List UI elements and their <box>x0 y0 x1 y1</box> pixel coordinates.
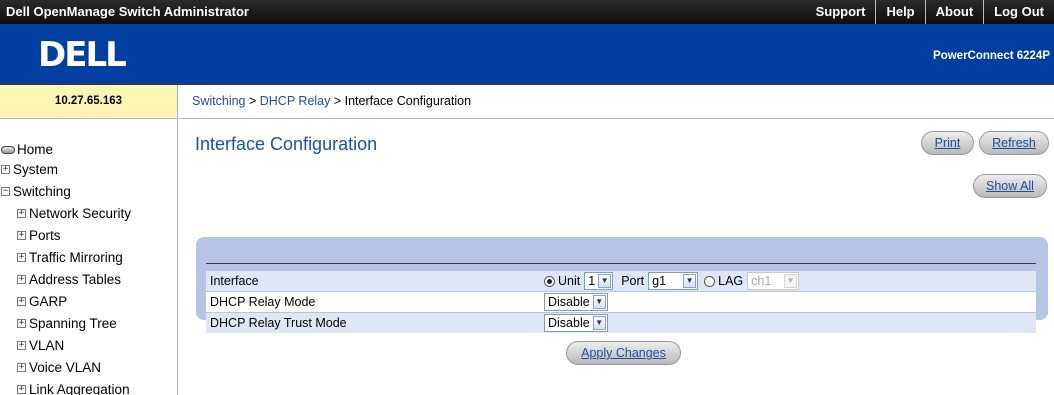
left-nav: Home + System − Switching + Network Secu… <box>0 119 178 395</box>
support-link[interactable]: Support <box>806 0 876 24</box>
expand-icon[interactable]: + <box>17 231 26 240</box>
apply-changes-button[interactable]: Apply Changes <box>566 341 681 365</box>
nav-garp[interactable]: + GARP <box>17 294 67 309</box>
relay-mode-select[interactable]: Disable ▼ <box>544 293 608 311</box>
expand-icon[interactable]: + <box>1 165 10 174</box>
trust-mode-controls: Disable ▼ <box>544 314 608 332</box>
interface-label: Interface <box>210 274 259 288</box>
port-select[interactable]: g1 ▼ <box>648 272 699 290</box>
expand-icon[interactable]: + <box>17 385 26 394</box>
expand-icon[interactable]: + <box>17 209 26 218</box>
nav-switching-label: Switching <box>13 184 71 199</box>
nav-system-label: System <box>13 162 59 177</box>
interface-controls: Unit 1 ▼ Port g1 ▼ LAG ch1 ▼ <box>544 272 800 290</box>
dropdown-arrow-icon: ▼ <box>598 274 612 288</box>
expand-icon[interactable]: + <box>17 363 26 372</box>
unit-label: Unit <box>558 274 581 288</box>
nav-item-label: Ports <box>29 228 61 243</box>
breadcrumb-current: Interface Configuration <box>344 94 472 108</box>
dell-logo: DELL <box>38 35 128 74</box>
interface-row: Interface Unit 1 ▼ Port g1 ▼ LAG ch1 ▼ <box>206 271 1036 291</box>
trust-mode-label: DHCP Relay Trust Mode <box>210 316 347 330</box>
nav-item-label: Voice VLAN <box>29 360 102 375</box>
refresh-button[interactable]: Refresh <box>979 131 1049 155</box>
trust-mode-select[interactable]: Disable ▼ <box>544 314 608 332</box>
relay-mode-value: Disable <box>548 295 590 309</box>
nav-traffic-mirroring[interactable]: + Traffic Mirroring <box>17 250 123 265</box>
breadcrumb-switching[interactable]: Switching <box>192 94 246 108</box>
home-icon <box>1 145 15 154</box>
nav-home[interactable]: Home <box>1 142 53 157</box>
nav-spanning-tree[interactable]: + Spanning Tree <box>17 316 117 331</box>
breadcrumb: Switching > DHCP Relay > Interface Confi… <box>179 85 1054 119</box>
expand-icon[interactable]: + <box>17 275 26 284</box>
nav-switching[interactable]: − Switching <box>1 184 71 199</box>
app-title: Dell OpenManage Switch Administrator <box>6 4 249 19</box>
lag-select[interactable]: ch1 ▼ <box>747 272 800 290</box>
nav-item-label: VLAN <box>29 338 65 353</box>
config-table: Interface Unit 1 ▼ Port g1 ▼ LAG ch1 ▼ D… <box>196 267 1048 337</box>
nav-item-label: Spanning Tree <box>29 316 117 331</box>
dell-logo-text: DELL <box>38 35 126 74</box>
nav-vlan[interactable]: + VLAN <box>17 338 64 353</box>
relay-mode-label: DHCP Relay Mode <box>210 295 316 309</box>
trust-mode-value: Disable <box>548 316 590 330</box>
nav-network-security[interactable]: + Network Security <box>17 206 131 221</box>
dropdown-arrow-icon: ▼ <box>592 316 606 330</box>
unit-radio[interactable] <box>544 275 555 287</box>
breadcrumb-sep: > <box>330 94 345 108</box>
logout-link[interactable]: Log Out <box>983 0 1054 24</box>
unit-select-value: 1 <box>588 274 596 288</box>
nav-item-label: GARP <box>29 294 68 309</box>
dropdown-arrow-icon: ▼ <box>683 274 697 288</box>
config-panel: Interface Unit 1 ▼ Port g1 ▼ LAG ch1 ▼ D… <box>196 237 1048 333</box>
model-name: PowerConnect 6224P <box>933 50 1050 62</box>
lag-label: LAG <box>718 274 744 288</box>
nav-item-label: Network Security <box>29 206 132 221</box>
nav-home-label: Home <box>17 142 54 157</box>
top-bar: Dell OpenManage Switch Administrator Sup… <box>0 0 1054 24</box>
expand-icon[interactable]: + <box>17 341 26 350</box>
lag-radio[interactable] <box>704 275 716 287</box>
port-label: Port <box>621 274 645 288</box>
trust-mode-row: DHCP Relay Trust Mode Disable ▼ <box>206 313 1036 333</box>
show-all-button[interactable]: Show All <box>973 174 1047 198</box>
nav-item-label: Traffic Mirroring <box>29 250 123 265</box>
relay-mode-row: DHCP Relay Mode Disable ▼ <box>206 292 1036 312</box>
unit-select[interactable]: 1 ▼ <box>584 272 614 290</box>
expand-icon[interactable]: + <box>17 319 26 328</box>
print-button[interactable]: Print <box>921 131 974 155</box>
collapse-icon[interactable]: − <box>1 187 10 196</box>
breadcrumb-sep: > <box>245 94 260 108</box>
dropdown-arrow-icon: ▼ <box>784 274 798 288</box>
relay-mode-controls: Disable ▼ <box>544 293 608 311</box>
expand-icon[interactable]: + <box>17 253 26 262</box>
help-link[interactable]: Help <box>875 0 924 24</box>
nav-system[interactable]: + System <box>1 162 58 177</box>
port-select-value: g1 <box>652 274 667 288</box>
about-link[interactable]: About <box>924 0 984 24</box>
nav-voice-vlan[interactable]: + Voice VLAN <box>17 360 101 375</box>
breadcrumb-dhcp-relay[interactable]: DHCP Relay <box>260 94 331 108</box>
nav-item-label: Address Tables <box>29 272 122 287</box>
lag-select-value: ch1 <box>751 274 772 288</box>
ip-address: 10.27.65.163 <box>0 85 178 119</box>
page-title: Interface Configuration <box>195 134 378 154</box>
nav-ports[interactable]: + Ports <box>17 228 61 243</box>
nav-address-tables[interactable]: + Address Tables <box>17 272 121 287</box>
panel-divider <box>206 263 1036 264</box>
top-links: Support Help About Log Out <box>806 0 1054 24</box>
expand-icon[interactable]: + <box>17 297 26 306</box>
header-band: DELL PowerConnect 6224P <box>0 24 1054 85</box>
nav-link-aggregation[interactable]: + Link Aggregation <box>17 382 130 395</box>
dropdown-arrow-icon: ▼ <box>592 295 606 309</box>
nav-item-label: Link Aggregation <box>29 382 130 395</box>
